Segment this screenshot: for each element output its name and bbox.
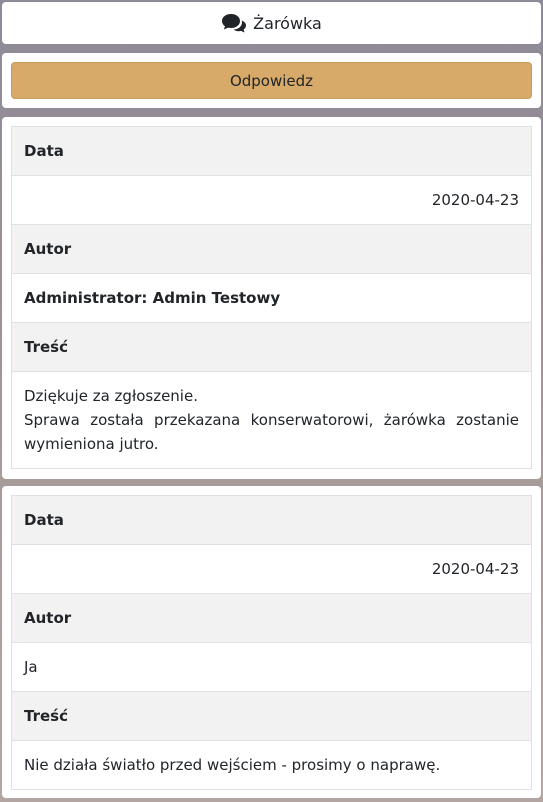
message-author: Ja bbox=[11, 642, 532, 692]
message-content-line: Nie działa światło przed wejściem - pros… bbox=[24, 756, 441, 774]
date-label: Data bbox=[11, 495, 532, 545]
message-content: Dziękuje za zgłoszenie. Sprawa została p… bbox=[11, 371, 532, 469]
reply-panel: Odpowiedz bbox=[2, 53, 541, 108]
comments-icon bbox=[221, 13, 247, 33]
message-table: Data 2020-04-23 Autor Ja Treść Nie dział… bbox=[11, 495, 532, 790]
message-card: Data 2020-04-23 Autor Administrator: Adm… bbox=[2, 117, 541, 479]
message-content-line: Sprawa została przekazana konserwatorowi… bbox=[24, 411, 519, 453]
date-label: Data bbox=[11, 126, 532, 176]
message-author: Administrator: Admin Testowy bbox=[11, 273, 532, 323]
message-table: Data 2020-04-23 Autor Administrator: Adm… bbox=[11, 126, 532, 469]
author-label: Autor bbox=[11, 224, 532, 274]
message-date: 2020-04-23 bbox=[11, 175, 532, 225]
content-label: Treść bbox=[11, 691, 532, 741]
message-date: 2020-04-23 bbox=[11, 544, 532, 594]
message-content: Nie działa światło przed wejściem - pros… bbox=[11, 740, 532, 790]
message-content-line: Dziękuje za zgłoszenie. bbox=[24, 387, 198, 405]
content-label: Treść bbox=[11, 322, 532, 372]
reply-button[interactable]: Odpowiedz bbox=[11, 62, 532, 99]
ticket-title-bar: Żarówka bbox=[2, 2, 541, 44]
ticket-title: Żarówka bbox=[253, 13, 322, 33]
author-label: Autor bbox=[11, 593, 532, 643]
message-card: Data 2020-04-23 Autor Ja Treść Nie dział… bbox=[2, 486, 541, 798]
